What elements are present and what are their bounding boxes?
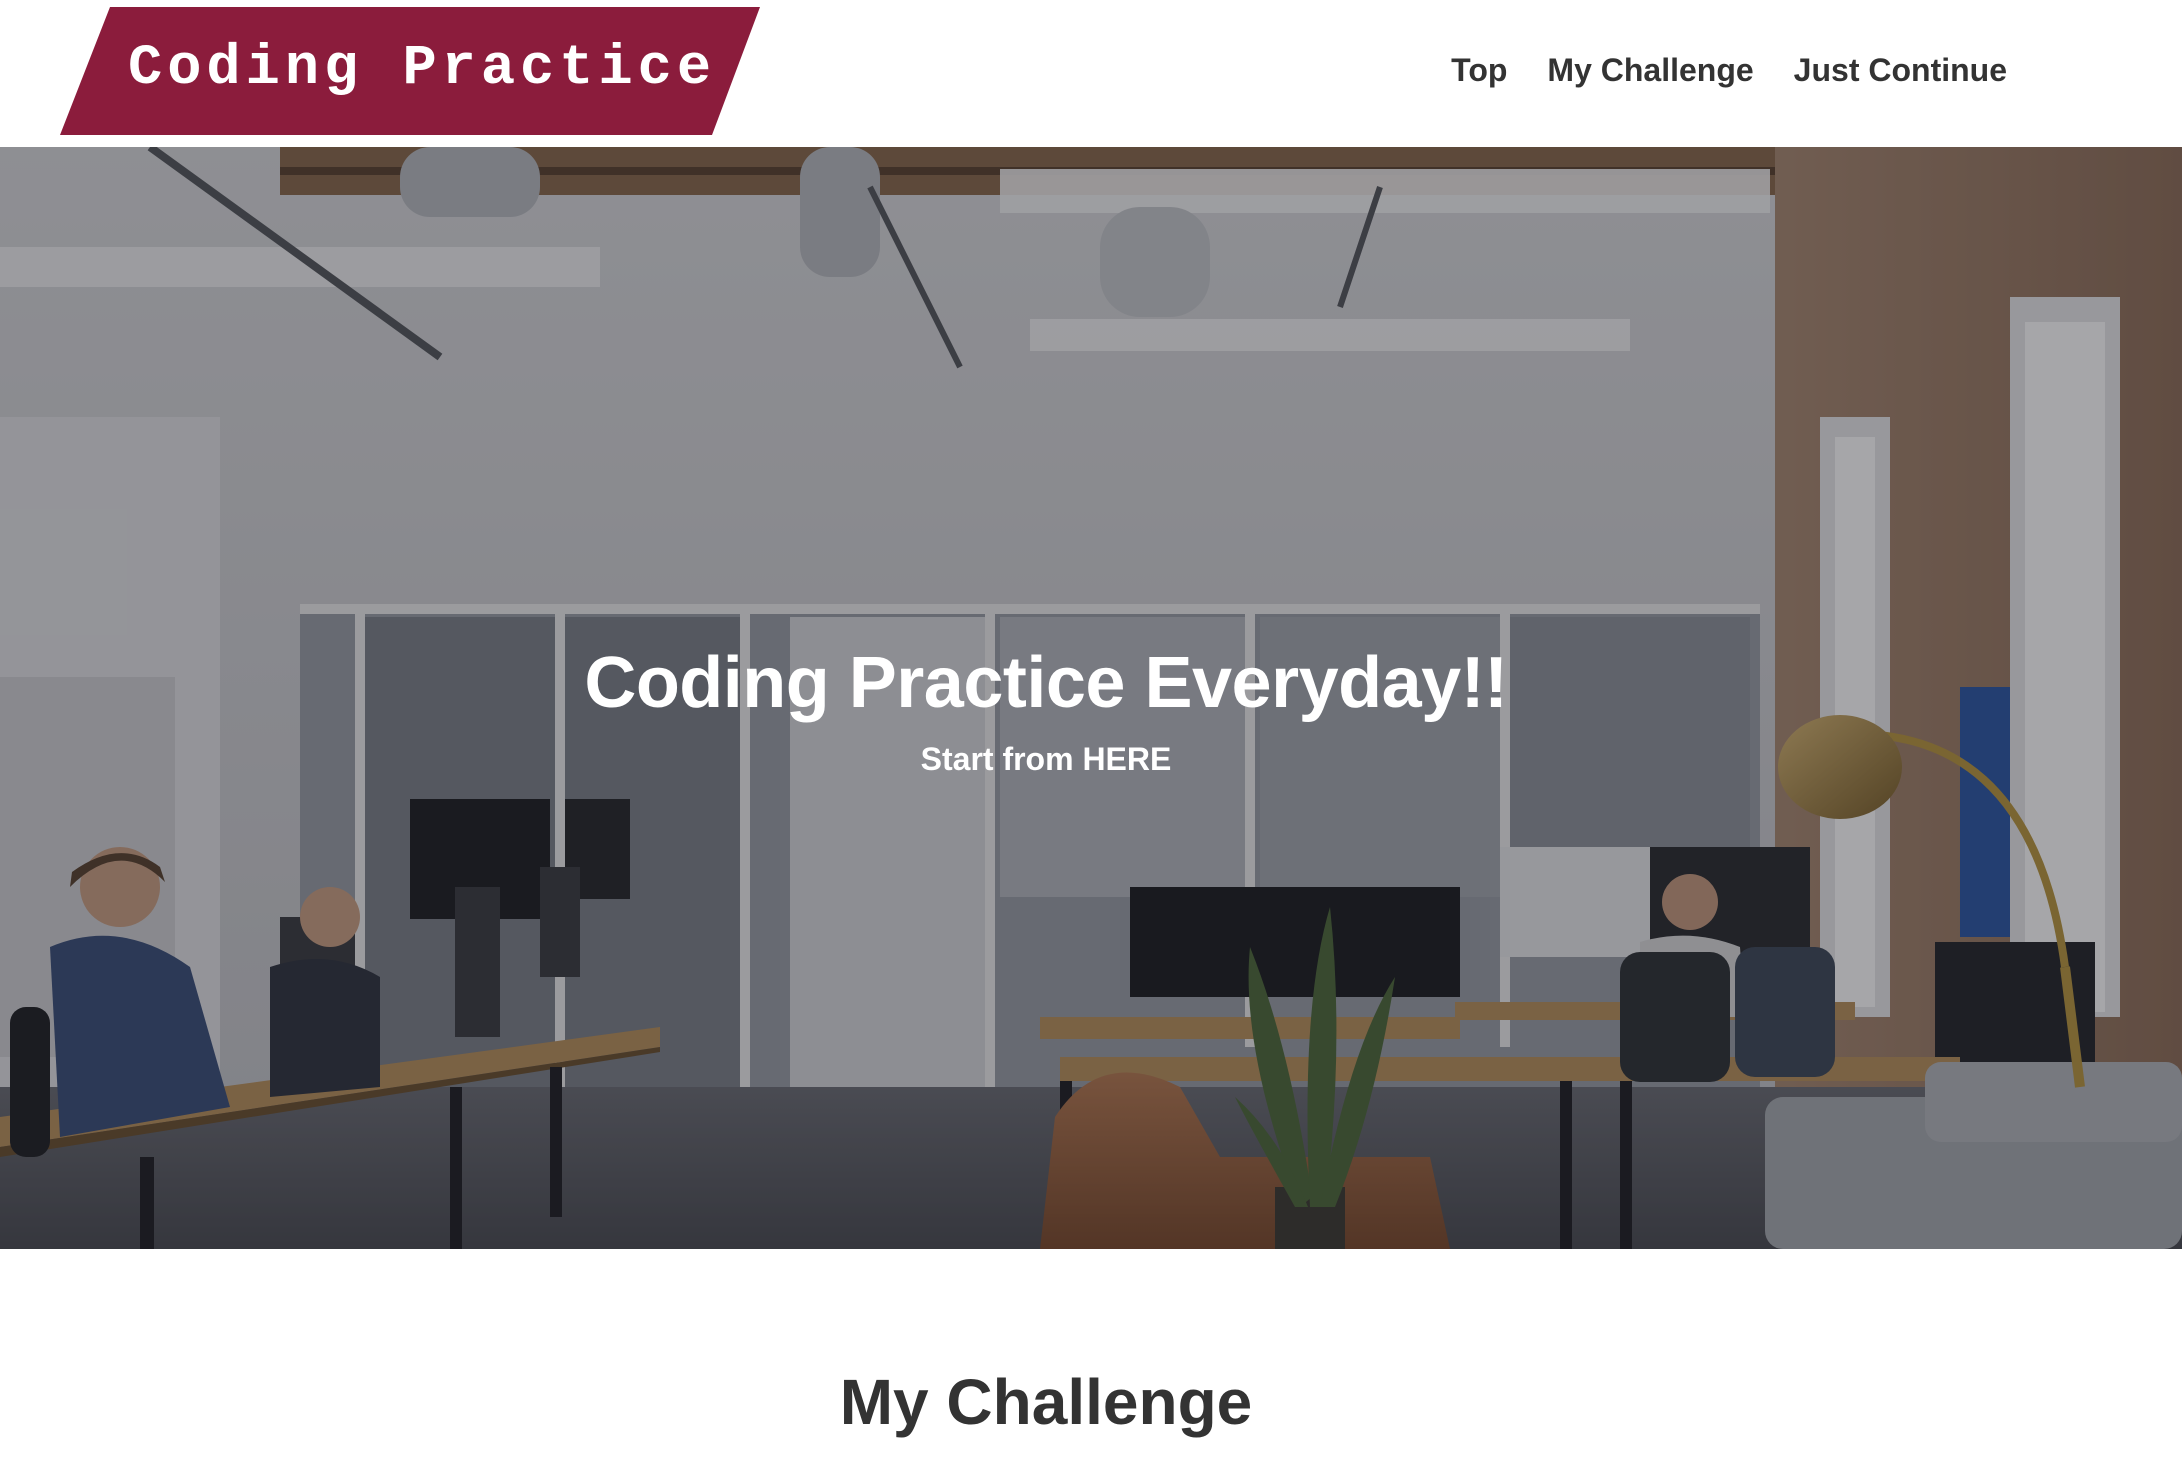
hero-subtitle: Start from HERE [920,741,1172,777]
nav-link-top[interactable]: Top [1451,52,1507,89]
main-nav: Top My Challenge Just Continue [1451,42,2007,98]
logo-text: Coding Practice [128,37,717,101]
nav-link-my-challenge[interactable]: My Challenge [1547,52,1753,89]
hero-section: Coding Practice Everyday!! Start from HE… [0,147,2182,1249]
nav-link-just-continue[interactable]: Just Continue [1794,52,2007,89]
hero-title: Coding Practice Everyday!! [584,643,1508,723]
my-challenge-section-title: My Challenge [839,1366,1253,1438]
site-header: Coding Practice Top My Challenge Just Co… [0,0,2182,147]
hero-content: Coding Practice Everyday!! Start from HE… [0,635,2092,779]
logo-link[interactable]: Coding Practice [60,7,760,135]
